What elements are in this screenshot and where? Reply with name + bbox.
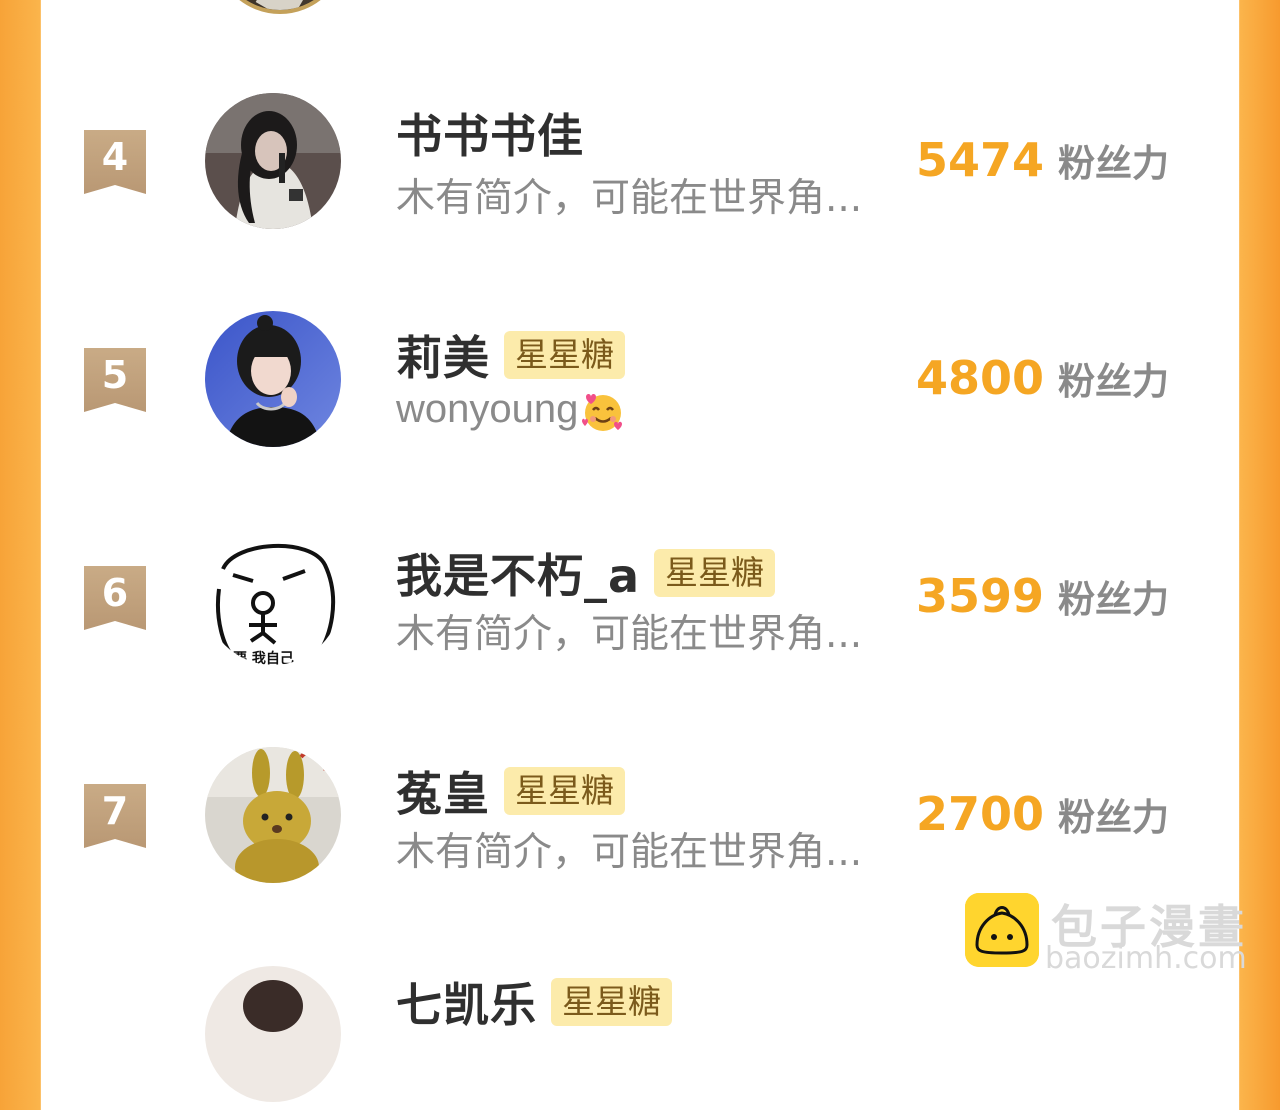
- star-candy-tag: 星星糖: [654, 549, 776, 597]
- star-candy-tag: 星星糖: [504, 331, 625, 379]
- fan-score-unit: 粉丝力: [1058, 360, 1170, 403]
- fan-score-value: 4800: [916, 351, 1045, 405]
- fan-score-value: 3599: [916, 569, 1045, 623]
- ranking-row-7[interactable]: 7 菟皇 星星糖 木有简介，可能在世界角... 2700 粉丝力: [0, 741, 1280, 891]
- smiling-face-with-hearts-icon: [582, 394, 623, 432]
- user-name[interactable]: 莉美: [396, 322, 490, 388]
- rank-badge: 6: [84, 566, 146, 630]
- watermark-en: baozimh.com: [1045, 941, 1247, 976]
- fan-score-unit: 粉丝力: [1058, 796, 1170, 839]
- ranking-row-4[interactable]: 4 书书书佳 木有简介，可能在世界角... 5474 粉丝力: [0, 87, 1280, 237]
- fan-score: 3599 粉丝力: [916, 569, 1169, 623]
- avatar[interactable]: [205, 747, 341, 883]
- fan-score-unit: 粉丝力: [1058, 142, 1170, 185]
- user-name[interactable]: 书书书佳: [396, 100, 584, 166]
- fan-score-value: 2700: [916, 787, 1045, 841]
- ranking-row-5[interactable]: 5 莉美 星星糖 wonyoung 4800 粉丝力: [0, 305, 1280, 455]
- avatar[interactable]: [205, 311, 341, 447]
- fan-score: 4800 粉丝力: [916, 351, 1169, 405]
- fan-score: 2700 粉丝力: [916, 787, 1169, 841]
- ranking-row-8[interactable]: 七凯乐 星星糖: [0, 960, 1280, 1110]
- fan-score-unit: 粉丝力: [1058, 578, 1170, 621]
- user-bio: wonyoung: [396, 387, 626, 434]
- ranking-row-6[interactable]: 6 要 我自己 我是不朽_a 星星糖 木有简介，可能在世界角... 3599 粉…: [0, 523, 1280, 673]
- avatar[interactable]: [205, 93, 341, 229]
- avatar[interactable]: [205, 966, 341, 1102]
- avatar[interactable]: 要 我自己: [205, 529, 341, 665]
- rank-badge: 5: [84, 348, 146, 412]
- user-name[interactable]: 菟皇: [396, 758, 490, 824]
- user-bio: 木有简介，可能在世界角...: [396, 830, 863, 875]
- fan-score-value: 5474: [916, 133, 1045, 187]
- user-bio: 木有简介，可能在世界角...: [396, 612, 863, 657]
- user-name[interactable]: 七凯乐: [396, 969, 537, 1035]
- rank-badge: 7: [84, 784, 146, 848]
- user-name[interactable]: 我是不朽_a: [396, 540, 640, 606]
- user-bio-text: wonyoung: [396, 387, 579, 431]
- user-bio: 木有简介，可能在世界角...: [396, 176, 863, 221]
- bun-logo-icon: [965, 893, 1039, 967]
- star-candy-tag: 星星糖: [504, 767, 625, 815]
- fan-score: 5474 粉丝力: [916, 133, 1169, 187]
- baozimh-watermark: 包子漫畫 baozimh.com: [965, 893, 1255, 976]
- rank-badge: 4: [84, 130, 146, 194]
- avatar-sticker-text: 要 我自己: [233, 650, 294, 665]
- star-candy-tag: 星星糖: [551, 978, 672, 1026]
